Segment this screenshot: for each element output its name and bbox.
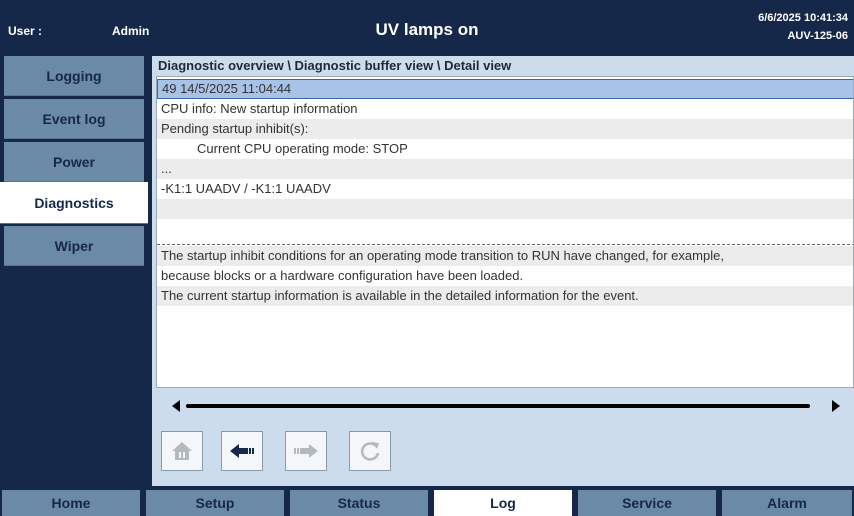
sidebar-item-logging[interactable]: Logging	[4, 56, 144, 96]
content-area: Diagnostic overview \ Diagnostic buffer …	[152, 56, 854, 486]
detail-line: ...	[157, 159, 853, 179]
detail-line: CPU info: New startup information	[161, 101, 358, 116]
scroll-right-arrow-icon[interactable]	[832, 400, 840, 412]
breadcrumb: Diagnostic overview \ Diagnostic buffer …	[158, 58, 512, 73]
sidebar-item-power[interactable]: Power	[4, 142, 144, 182]
device-id: AUV-125-06	[787, 30, 848, 42]
separator-line	[157, 244, 853, 245]
detail-panel: 49 14/5/2025 11:04:44 CPU info: New star…	[156, 76, 854, 388]
scroll-left-arrow-icon[interactable]	[172, 400, 180, 412]
refresh-button[interactable]	[349, 431, 391, 471]
detail-line: Current CPU operating mode: STOP	[197, 141, 408, 156]
home-icon	[172, 442, 192, 460]
sidebar-item-diagnostics[interactable]: Diagnostics	[0, 182, 148, 224]
detail-line: Pending startup inhibit(s):	[157, 119, 853, 139]
selected-entry-row[interactable]: 49 14/5/2025 11:04:44	[157, 79, 853, 99]
footer-tab-log[interactable]: Log	[434, 490, 572, 516]
header-bar: User : Admin UV lamps on 6/6/2025 10:41:…	[0, 0, 854, 56]
description-line: The startup inhibit conditions for an op…	[157, 246, 853, 266]
arrow-right-icon	[294, 444, 318, 458]
horizontal-scrollbar[interactable]	[156, 388, 854, 424]
arrow-left-icon	[230, 444, 254, 458]
forward-button[interactable]	[285, 431, 327, 471]
description-line: The current startup information is avail…	[157, 286, 853, 306]
datetime-display: 6/6/2025 10:41:34	[758, 12, 848, 24]
description-line: because blocks or a hardware configurati…	[161, 268, 524, 283]
footer-tab-home[interactable]: Home	[2, 490, 140, 516]
sidebar-item-wiper[interactable]: Wiper	[4, 226, 144, 266]
footer-tab-service[interactable]: Service	[578, 490, 716, 516]
footer-tab-alarm[interactable]: Alarm	[722, 490, 852, 516]
sidebar-item-event-log[interactable]: Event log	[4, 99, 144, 139]
detail-line	[157, 219, 853, 239]
back-button[interactable]	[221, 431, 263, 471]
detail-line: -K1:1 UAADV / -K1:1 UAADV	[161, 181, 331, 196]
sidebar-nav: Logging Event log Power Diagnostics Wipe…	[0, 56, 148, 486]
screen-title: UV lamps on	[375, 20, 479, 39]
footer-tab-status[interactable]: Status	[290, 490, 428, 516]
scrollbar-thumb[interactable]	[186, 404, 810, 408]
home-button[interactable]	[161, 431, 203, 471]
detail-line	[157, 199, 853, 219]
refresh-icon	[360, 442, 380, 461]
footer-nav: Home Setup Status Log Service Alarm	[0, 486, 854, 516]
footer-tab-setup[interactable]: Setup	[146, 490, 284, 516]
